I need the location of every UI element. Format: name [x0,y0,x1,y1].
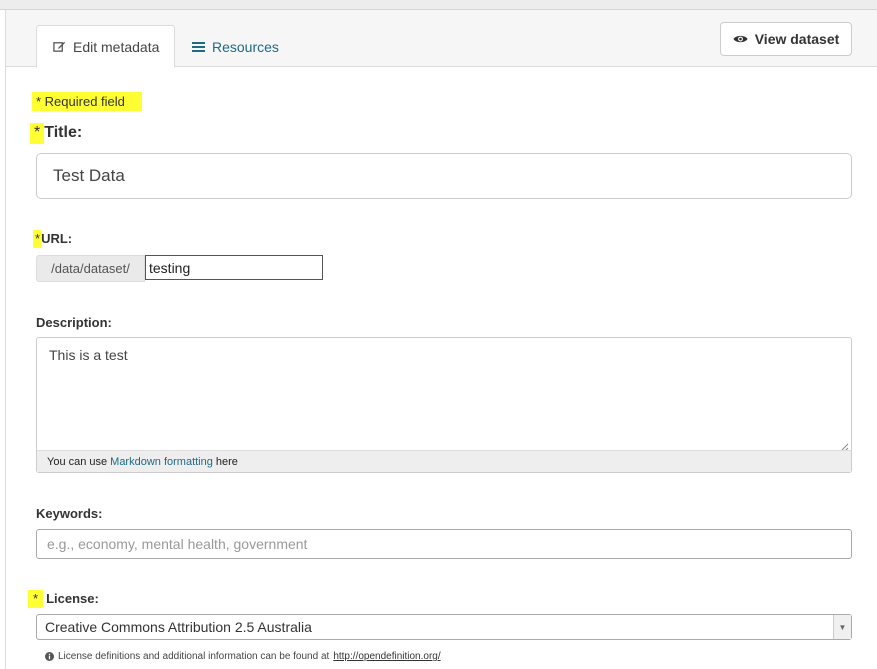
tab-resources-label: Resources [212,38,279,55]
opendefinition-link[interactable]: http://opendefinition.org/ [333,651,440,662]
markdown-hint: You can use Markdown formatting here [37,450,851,472]
license-help-text: License definitions and additional infor… [58,651,330,662]
title-label-text: Title: [44,124,83,141]
required-star: * [30,123,45,144]
info-circle-icon [45,652,54,661]
url-label: *URL: [33,230,72,248]
view-dataset-button[interactable]: View dataset [720,22,852,56]
license-selected-value: Creative Commons Attribution 2.5 Austral… [45,619,312,635]
tab-edit-metadata[interactable]: Edit metadata [36,25,175,68]
pencil-square-icon [53,40,66,53]
left-border [5,10,6,669]
caret-down-icon[interactable]: ▼ [833,615,851,639]
url-input[interactable]: testing [145,255,323,280]
required-star: * [33,230,42,248]
markdown-hint-before: You can use [47,455,108,468]
view-dataset-label: View dataset [754,31,840,47]
title-input-value: Test Data [53,166,125,185]
tab-strip: Edit metadata Resources View dataset [6,10,877,68]
url-input-value: testing [149,259,191,276]
license-label: * License: [28,590,99,608]
description-value: This is a test [49,347,128,363]
keywords-placeholder: e.g., economy, mental health, government [47,536,308,552]
description-textarea[interactable]: This is a test You can use Markdown form… [36,337,852,473]
license-help: License definitions and additional infor… [45,651,441,662]
eye-icon [733,34,748,44]
url-label-text: URL: [41,231,73,246]
description-label: Description: [36,315,112,330]
required-field-note: * Required field [32,92,142,111]
license-select[interactable]: Creative Commons Attribution 2.5 Austral… [36,614,852,640]
keywords-label: Keywords: [36,506,103,521]
tab-resources[interactable]: Resources [192,25,279,68]
tab-edit-metadata-label: Edit metadata [73,38,160,55]
keywords-input[interactable]: e.g., economy, mental health, government [36,529,852,559]
list-icon [192,41,205,53]
markdown-hint-after: here [215,455,238,468]
title-input[interactable]: Test Data [36,153,852,199]
required-star: * [28,590,44,608]
title-label: * Title: [30,123,82,144]
license-label-text: License: [46,591,99,606]
top-bar [0,0,877,10]
markdown-formatting-link[interactable]: Markdown formatting [110,456,213,468]
url-prefix: /data/dataset/ [36,255,145,282]
resize-handle-icon[interactable] [840,439,849,452]
